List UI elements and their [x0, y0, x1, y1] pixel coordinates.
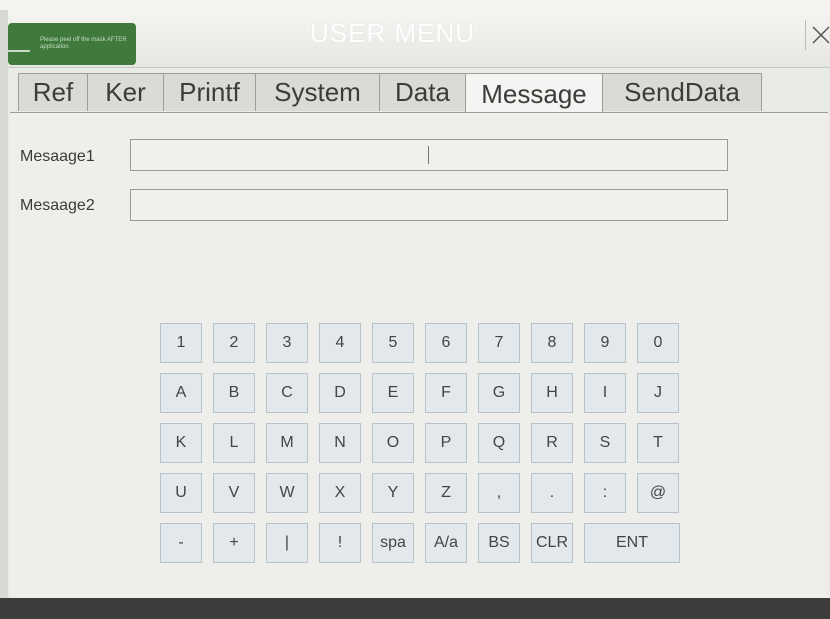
key-i[interactable]: I: [584, 373, 626, 413]
key-bang[interactable]: !: [319, 523, 361, 563]
key-d[interactable]: D: [319, 373, 361, 413]
key-4[interactable]: 4: [319, 323, 361, 363]
key-comma[interactable]: ,: [478, 473, 520, 513]
bezel-left: [0, 10, 8, 598]
key-b[interactable]: B: [213, 373, 255, 413]
sticker-text: Please peel off the mask AFTER applicati…: [40, 37, 127, 50]
message2-label: Mesaage2: [20, 197, 95, 214]
key-r[interactable]: R: [531, 423, 573, 463]
key-plus[interactable]: +: [213, 523, 255, 563]
key-ent[interactable]: ENT: [584, 523, 680, 563]
key-at[interactable]: @: [637, 473, 679, 513]
tab-data[interactable]: Data: [379, 73, 466, 111]
key-colon[interactable]: :: [584, 473, 626, 513]
key-q[interactable]: Q: [478, 423, 520, 463]
peel-arrow-icon: [7, 36, 39, 52]
key-u[interactable]: U: [160, 473, 202, 513]
text-caret: [428, 146, 429, 164]
tab-ker[interactable]: Ker: [87, 73, 164, 111]
key-7[interactable]: 7: [478, 323, 520, 363]
key-clr[interactable]: CLR: [531, 523, 573, 563]
key-a[interactable]: A: [160, 373, 202, 413]
key-8[interactable]: 8: [531, 323, 573, 363]
key-w[interactable]: W: [266, 473, 308, 513]
key-t[interactable]: T: [637, 423, 679, 463]
key-p[interactable]: P: [425, 423, 467, 463]
message1-input[interactable]: [130, 139, 728, 171]
key-minus[interactable]: -: [160, 523, 202, 563]
key-e[interactable]: E: [372, 373, 414, 413]
key-v[interactable]: V: [213, 473, 255, 513]
key-bs[interactable]: BS: [478, 523, 520, 563]
key-s[interactable]: S: [584, 423, 626, 463]
protective-film-sticker: Please peel off the mask AFTER applicati…: [7, 23, 136, 65]
close-icon: [812, 26, 830, 44]
key-j[interactable]: J: [637, 373, 679, 413]
tab-bar: Ref Ker Printf System Data Message SendD…: [18, 73, 762, 114]
key-k[interactable]: K: [160, 423, 202, 463]
key-9[interactable]: 9: [584, 323, 626, 363]
key-o[interactable]: O: [372, 423, 414, 463]
key-x[interactable]: X: [319, 473, 361, 513]
tab-printf[interactable]: Printf: [163, 73, 256, 111]
key-z[interactable]: Z: [425, 473, 467, 513]
key-f[interactable]: F: [425, 373, 467, 413]
key-6[interactable]: 6: [425, 323, 467, 363]
tab-system[interactable]: System: [255, 73, 380, 111]
key-1[interactable]: 1: [160, 323, 202, 363]
key-pipe[interactable]: |: [266, 523, 308, 563]
close-button[interactable]: [805, 20, 830, 50]
tab-senddata[interactable]: SendData: [602, 73, 762, 111]
bezel-top: [0, 0, 830, 10]
key-5[interactable]: 5: [372, 323, 414, 363]
key-n[interactable]: N: [319, 423, 361, 463]
key-y[interactable]: Y: [372, 473, 414, 513]
key-aslasha[interactable]: A/a: [425, 523, 467, 563]
window-title: USER MENU: [310, 18, 476, 48]
bezel-bottom: [0, 598, 830, 619]
key-g[interactable]: G: [478, 373, 520, 413]
key-3[interactable]: 3: [266, 323, 308, 363]
key-m[interactable]: M: [266, 423, 308, 463]
key-period[interactable]: .: [531, 473, 573, 513]
message1-label: Mesaage1: [20, 148, 95, 165]
onscreen-keyboard: 1 2 3 4 5 6 7 8 9 0 A B C D E F G H I J K L M N O P Q R S T U V W X Y Z,.: @…: [160, 323, 690, 575]
tab-message[interactable]: Message: [465, 73, 603, 114]
message2-input[interactable]: [130, 189, 728, 221]
tab-ref[interactable]: Ref: [18, 73, 88, 111]
key-h[interactable]: H: [531, 373, 573, 413]
key-c[interactable]: C: [266, 373, 308, 413]
key-2[interactable]: 2: [213, 323, 255, 363]
key-0[interactable]: 0: [637, 323, 679, 363]
key-l[interactable]: L: [213, 423, 255, 463]
key-spa[interactable]: spa: [372, 523, 414, 563]
